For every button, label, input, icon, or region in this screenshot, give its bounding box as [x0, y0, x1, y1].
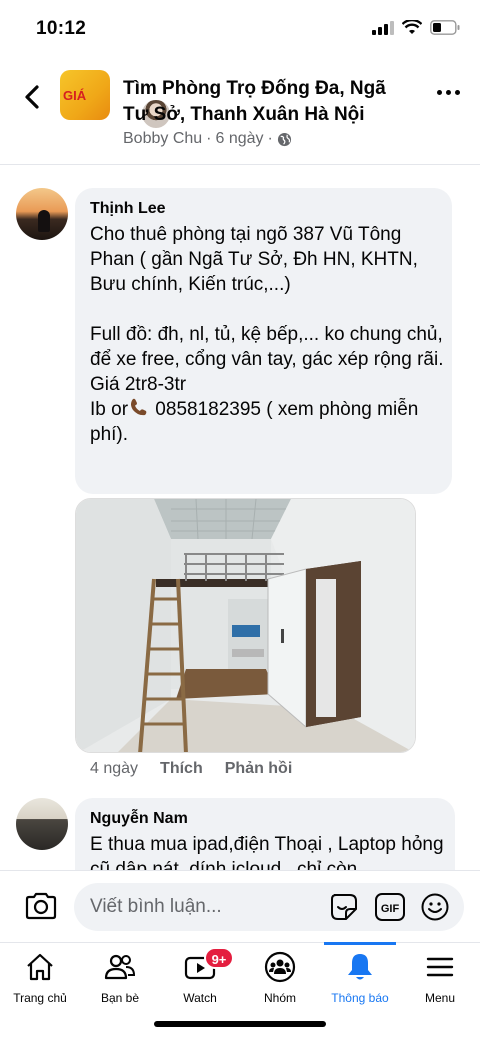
more-dot-icon	[437, 90, 442, 95]
tab-groups[interactable]: Nhóm	[240, 943, 320, 1013]
commenter-name[interactable]: Thịnh Lee	[90, 200, 166, 218]
more-dot-icon	[455, 90, 460, 95]
tab-notifications[interactable]: Thông báo	[320, 943, 400, 1013]
home-icon	[27, 953, 53, 981]
camera-icon	[25, 892, 57, 920]
emoji-icon[interactable]	[420, 892, 450, 922]
bell-icon	[348, 954, 372, 980]
battery-icon	[430, 20, 460, 35]
phone-icon	[131, 398, 147, 416]
post-header: GIÁ Tìm Phòng Trọ Đống Đa, Ngã Tư Sở, Th…	[0, 60, 480, 160]
tab-label: Nhóm	[263, 991, 296, 1005]
tab-label: Menu	[424, 991, 456, 1005]
tab-label: Watch	[183, 991, 217, 1005]
friends-icon	[104, 954, 136, 980]
contact-prefix: Ib or	[90, 399, 129, 420]
tab-label: Thông báo	[331, 991, 389, 1005]
reply-button[interactable]: Phản hồi	[225, 760, 293, 778]
status-time: 10:12	[36, 18, 87, 39]
commenter-name[interactable]: Nguyễn Nam	[90, 810, 188, 828]
gif-label: GIF	[381, 903, 400, 915]
status-icons	[372, 20, 460, 35]
meta-separator: ·	[206, 130, 212, 147]
like-button[interactable]: Thích	[160, 760, 203, 778]
group-logo: GIÁ	[60, 70, 110, 120]
post-time: 6 ngày	[215, 130, 264, 147]
groups-icon	[264, 951, 296, 983]
meta-separator: ·	[267, 130, 273, 147]
watch-badge: 9+	[204, 947, 234, 969]
input-icons: GIF	[328, 891, 450, 923]
chevron-left-icon	[25, 85, 39, 109]
tab-home[interactable]: Trang chủ	[0, 943, 80, 1013]
tab-menu[interactable]: Menu	[400, 943, 480, 1013]
home-indicator	[154, 1021, 326, 1027]
back-button[interactable]	[18, 82, 46, 112]
comment-composer: Viết bình luận... GIF	[0, 870, 480, 942]
more-dot-icon	[446, 90, 451, 95]
comment-input[interactable]: Viết bình luận... GIF	[74, 883, 464, 931]
tab-watch[interactable]: 9+ Watch	[160, 943, 240, 1013]
group-logo-text: GIÁ	[63, 88, 87, 103]
comment-placeholder: Viết bình luận...	[90, 896, 222, 917]
comment-text: Cho thuê phòng tại ngõ 387 Vũ Tông Phan …	[90, 222, 445, 447]
tab-label: Bạn bè	[100, 991, 140, 1005]
room-photo[interactable]	[75, 498, 416, 753]
room-photo-image	[76, 499, 415, 752]
tab-friends[interactable]: Bạn bè	[80, 943, 160, 1013]
signal-icon	[372, 20, 394, 35]
comment-actions: 4 ngày Thích Phản hồi	[90, 760, 292, 778]
status-bar: 10:12	[0, 0, 480, 56]
comment-bubble: Thịnh Lee Cho thuê phòng tại ngõ 387 Vũ …	[75, 188, 452, 494]
contact-line: Ib or 0858182395 ( xem phòng miễn phí).	[90, 398, 418, 445]
comment-body: Cho thuê phòng tại ngõ 387 Vũ Tông Phan …	[90, 224, 444, 395]
commenter-avatar[interactable]	[16, 188, 68, 240]
post-author[interactable]: Bobby Chu	[123, 130, 202, 148]
globe-icon	[277, 132, 291, 146]
group-avatar[interactable]: GIÁ	[60, 70, 172, 130]
gif-icon[interactable]: GIF	[374, 892, 406, 922]
tab-label: Trang chủ	[13, 991, 67, 1005]
group-title[interactable]: Tìm Phòng Trọ Đống Đa, Ngã Tư Sở, Thanh …	[123, 76, 403, 128]
more-options-button[interactable]	[437, 90, 460, 95]
header-divider	[0, 164, 480, 165]
commenter-avatar[interactable]	[16, 798, 68, 850]
sticker-icon[interactable]	[328, 891, 360, 923]
camera-button[interactable]	[24, 891, 58, 926]
menu-icon	[426, 957, 454, 977]
post-meta: Bobby Chu · 6 ngày ·	[123, 130, 292, 148]
comment-time: 4 ngày	[90, 760, 139, 777]
wifi-icon	[402, 20, 422, 34]
